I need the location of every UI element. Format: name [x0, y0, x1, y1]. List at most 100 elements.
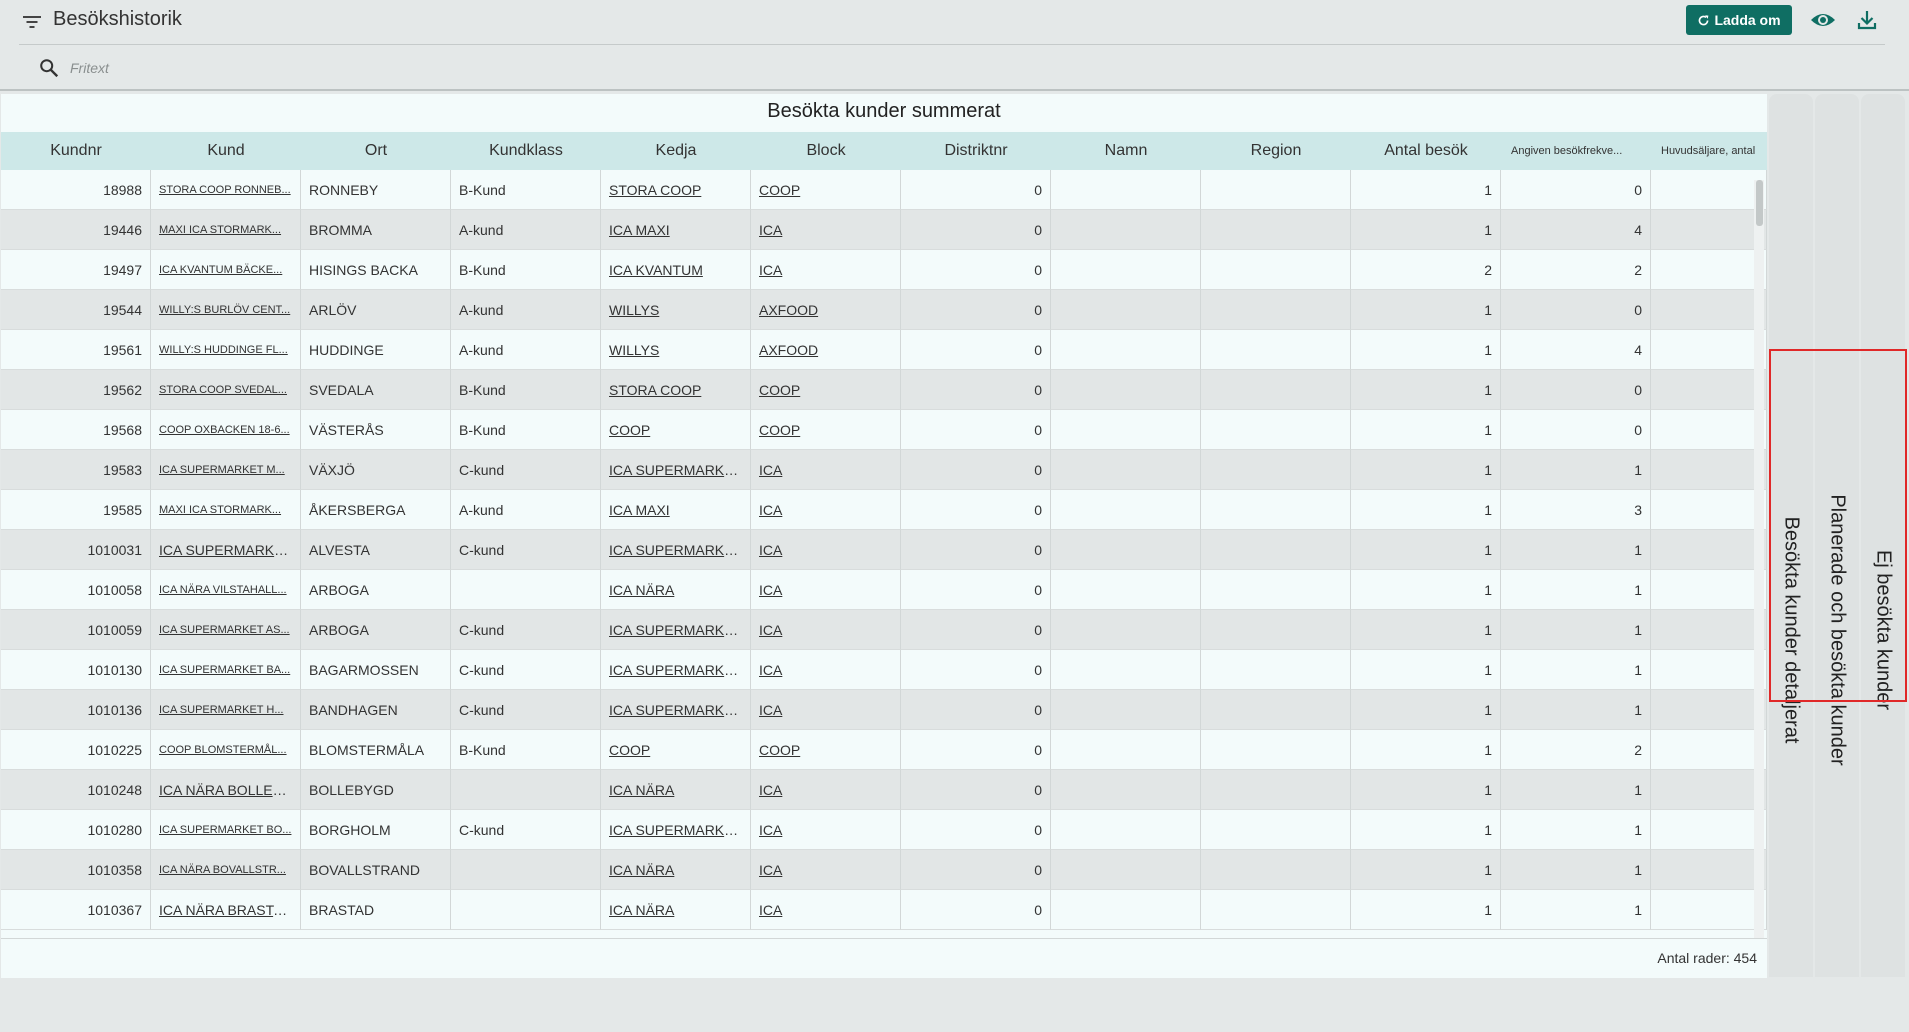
table-cell[interactable]: COOP [751, 730, 901, 770]
table-cell: 1 [1351, 330, 1501, 370]
table-cell[interactable]: WILLYS [601, 330, 751, 370]
table-cell[interactable]: WILLYS [601, 290, 751, 330]
column-header[interactable]: Block [751, 132, 901, 170]
table-row[interactable]: 19446 MAXI ICA STORMARK... BROMMA A-kund ICA… [1, 210, 1767, 250]
table-cell[interactable]: ICA SUPERMARKET H... [151, 690, 301, 730]
table-cell[interactable]: ICA SUPERMARKET [601, 610, 751, 650]
table-cell[interactable]: ICA MAXI [601, 490, 751, 530]
table-cell[interactable]: STORA COOP [601, 170, 751, 210]
table-row[interactable]: 19497 ICA KVANTUM BÄCKE... HISINGS BACKA B-… [1, 250, 1767, 290]
table-row[interactable]: 1010367 ICA NÄRA BRASTAD BRASTAD ICA NÄRA IC… [1, 890, 1767, 930]
column-header[interactable]: Angiven besökfrekve... [1501, 132, 1651, 170]
table-row[interactable]: 1010280 ICA SUPERMARKET BO... BORGHOLM C-ku… [1, 810, 1767, 850]
download-icon[interactable] [1855, 8, 1879, 32]
table-cell[interactable]: ICA NÄRA [601, 890, 751, 930]
vertical-scrollbar[interactable] [1754, 180, 1764, 942]
table-cell[interactable]: ICA [751, 530, 901, 570]
table-cell[interactable]: ICA KVANTUM BÄCKE... [151, 250, 301, 290]
table-cell[interactable]: ICA [751, 690, 901, 730]
column-header[interactable]: Kundklass [451, 132, 601, 170]
table-cell[interactable]: ICA [751, 210, 901, 250]
table-cell[interactable]: ICA NÄRA [601, 770, 751, 810]
table-cell[interactable]: ICA [751, 850, 901, 890]
eye-icon[interactable] [1809, 8, 1837, 32]
table-cell[interactable]: COOP [751, 410, 901, 450]
table-row[interactable]: 1010130 ICA SUPERMARKET BA... BAGARMOSSEN C… [1, 650, 1767, 690]
table-cell[interactable]: ICA SUPERMARKET [601, 650, 751, 690]
table-cell[interactable]: ICA [751, 810, 901, 850]
column-header[interactable]: Ort [301, 132, 451, 170]
scrollbar-thumb[interactable] [1756, 180, 1763, 226]
table-row[interactable]: 19561 WILLY:S HUDDINGE FL... HUDDINGE A-kun… [1, 330, 1767, 370]
table-cell[interactable]: COOP [601, 730, 751, 770]
table-cell[interactable]: COOP BLOMSTERMÅL... [151, 730, 301, 770]
table-row[interactable]: 1010136 ICA SUPERMARKET H... BANDHAGEN C-ku… [1, 690, 1767, 730]
table-cell[interactable]: WILLY:S HUDDINGE FL... [151, 330, 301, 370]
filter-icon[interactable] [22, 12, 42, 32]
table-cell[interactable]: ICA NÄRA BOLLEBYGD [151, 770, 301, 810]
reload-button[interactable]: Ladda om [1686, 5, 1792, 35]
tab-besokta-kunder-detaljerat[interactable]: Besökta kunder detaljerat [1769, 94, 1813, 977]
table-row[interactable]: 19585 MAXI ICA STORMARK... ÅKERSBERGA A-kun… [1, 490, 1767, 530]
table-row[interactable]: 19583 ICA SUPERMARKET M... VÄXJÖ C-kund ICA … [1, 450, 1767, 490]
table-cell[interactable]: ICA SUPERMARKET BO... [151, 810, 301, 850]
table-cell[interactable]: ICA SUPERMARKET BA... [151, 650, 301, 690]
table-cell[interactable]: COOP OXBACKEN 18-6... [151, 410, 301, 450]
column-header[interactable]: Kund [151, 132, 301, 170]
tab-planerade-och-besokta-kunder[interactable]: Planerade och besökta kunder [1815, 94, 1859, 977]
column-header[interactable]: Kundnr [1, 132, 151, 170]
column-header[interactable]: Region [1201, 132, 1351, 170]
column-header[interactable]: Kedja [601, 132, 751, 170]
table-cell[interactable]: ICA [751, 610, 901, 650]
table-cell[interactable]: AXFOOD [751, 290, 901, 330]
table-cell[interactable]: ICA SUPERMARKET [151, 530, 301, 570]
table-cell[interactable]: ICA [751, 770, 901, 810]
table-cell[interactable]: ICA SUPERMARKET [601, 530, 751, 570]
table-row[interactable]: 1010031 ICA SUPERMARKET ALVESTA C-kund ICA S… [1, 530, 1767, 570]
table-cell[interactable]: STORA COOP RONNEB... [151, 170, 301, 210]
table-cell[interactable]: ICA NÄRA [601, 570, 751, 610]
table-row[interactable]: 1010358 ICA NÄRA BOVALLSTR... BOVALLSTRAND… [1, 850, 1767, 890]
table-cell[interactable]: ICA SUPERMARKET [601, 810, 751, 850]
column-header[interactable]: Huvudsäljare, antal [1651, 132, 1767, 170]
table-cell[interactable]: MAXI ICA STORMARK... [151, 210, 301, 250]
table-row[interactable]: 1010058 ICA NÄRA VILSTAHALL... ARBOGA ICA N… [1, 570, 1767, 610]
table-cell[interactable]: ICA MAXI [601, 210, 751, 250]
table-cell: 0 [901, 370, 1051, 410]
table-cell[interactable]: ICA KVANTUM [601, 250, 751, 290]
table-cell[interactable]: COOP [751, 370, 901, 410]
table-cell[interactable]: ICA [751, 450, 901, 490]
table-row[interactable]: 19544 WILLY:S BURLÖV CENT... ARLÖV A-kund WI… [1, 290, 1767, 330]
table-cell[interactable]: ICA SUPERMARKET AS... [151, 610, 301, 650]
table-cell[interactable]: MAXI ICA STORMARK... [151, 490, 301, 530]
tab-ej-besokta-kunder[interactable]: Ej besökta kunder [1861, 94, 1905, 977]
table-cell[interactable]: COOP [601, 410, 751, 450]
table-cell[interactable]: ICA [751, 570, 901, 610]
table-cell[interactable]: STORA COOP [601, 370, 751, 410]
table-cell[interactable]: WILLY:S BURLÖV CENT... [151, 290, 301, 330]
table-row[interactable]: 1010248 ICA NÄRA BOLLEBYGD BOLLEBYGD ICA NÄ… [1, 770, 1767, 810]
search-input[interactable] [68, 55, 672, 81]
table-cell[interactable]: ICA [751, 250, 901, 290]
table-cell[interactable]: ICA NÄRA VILSTAHALL... [151, 570, 301, 610]
table-cell[interactable]: ICA [751, 490, 901, 530]
table-cell[interactable]: ICA NÄRA BRASTAD [151, 890, 301, 930]
column-header[interactable]: Distriktnr [901, 132, 1051, 170]
table-cell[interactable]: ICA SUPERMARKET [601, 690, 751, 730]
table-cell[interactable]: ICA [751, 650, 901, 690]
table-row[interactable]: 1010225 COOP BLOMSTERMÅL... BLOMSTERMÅLA B-… [1, 730, 1767, 770]
table-cell[interactable]: ICA SUPERMARKET [601, 450, 751, 490]
table-cell[interactable]: STORA COOP SVEDAL... [151, 370, 301, 410]
table-row[interactable]: 19562 STORA COOP SVEDAL... SVEDALA B-Kund ST… [1, 370, 1767, 410]
table-row[interactable]: 18988 STORA COOP RONNEB... RONNEBY B-Kund ST… [1, 170, 1767, 210]
table-cell[interactable]: ICA [751, 890, 901, 930]
table-row[interactable]: 1010059 ICA SUPERMARKET AS... ARBOGA C-kund… [1, 610, 1767, 650]
table-cell[interactable]: AXFOOD [751, 330, 901, 370]
table-cell[interactable]: ICA SUPERMARKET M... [151, 450, 301, 490]
column-header[interactable]: Namn [1051, 132, 1201, 170]
column-header[interactable]: Antal besök [1351, 132, 1501, 170]
table-row[interactable]: 19568 COOP OXBACKEN 18-6... VÄSTERÅS B-Kund… [1, 410, 1767, 450]
table-cell[interactable]: ICA NÄRA [601, 850, 751, 890]
table-cell[interactable]: COOP [751, 170, 901, 210]
table-cell[interactable]: ICA NÄRA BOVALLSTR... [151, 850, 301, 890]
